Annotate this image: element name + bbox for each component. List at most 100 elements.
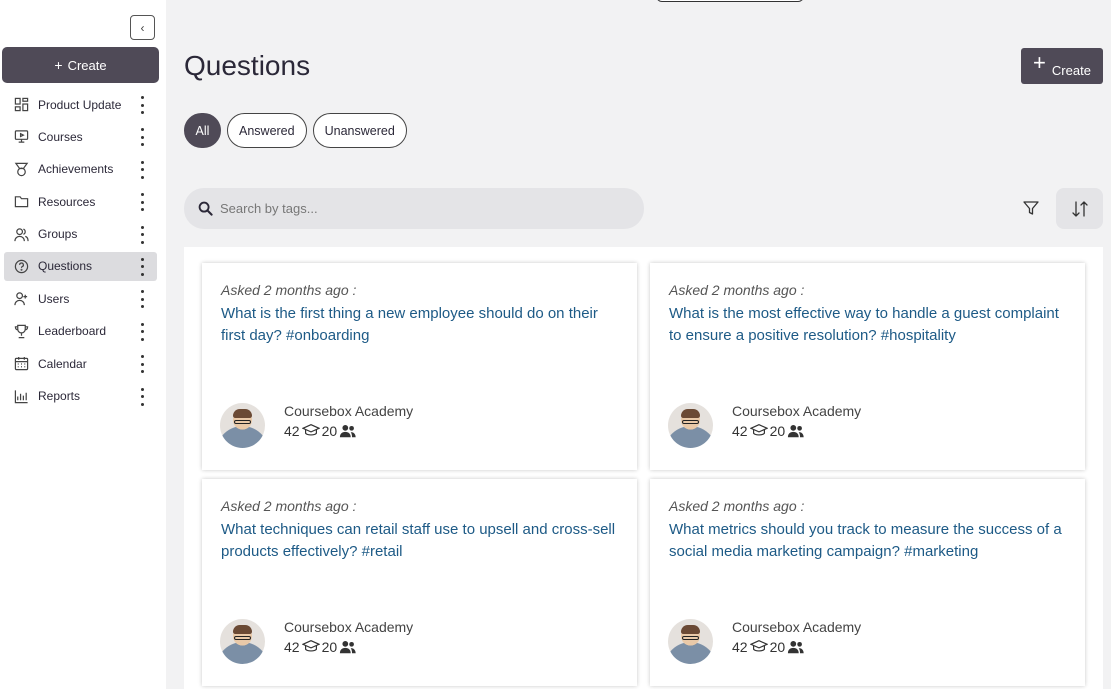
students-count: 20 — [321, 639, 338, 655]
users-icon — [340, 424, 356, 438]
help-circle-icon — [13, 258, 29, 274]
author-stats: 42 20 — [732, 423, 807, 439]
author-stats: 42 20 — [284, 639, 359, 655]
sidebar-item-label: Leaderboard — [38, 324, 107, 339]
courses-count: 42 — [732, 423, 748, 439]
graduation-cap-icon — [301, 424, 320, 436]
graduation-cap-icon — [749, 424, 768, 436]
more-options-icon[interactable] — [139, 257, 145, 276]
asked-time: Asked 2 months ago : — [669, 498, 805, 514]
filter-all-button[interactable]: All — [184, 113, 221, 148]
author-name: Coursebox Academy — [284, 403, 414, 419]
question-text[interactable]: What is the most effective way to handle… — [669, 303, 1074, 347]
sidebar-item-label: Questions — [38, 259, 93, 274]
courses-count: 42 — [284, 423, 300, 439]
sidebar-item-label: Achievements — [38, 162, 114, 177]
more-options-icon[interactable] — [139, 225, 145, 244]
sidebar-item-questions[interactable]: Questions — [4, 251, 157, 281]
chevron-left-icon: ‹ — [140, 20, 145, 35]
question-text[interactable]: What techniques can retail staff use to … — [221, 519, 626, 563]
sidebar-item-courses[interactable]: Courses — [4, 122, 157, 151]
graduation-cap-icon — [301, 640, 320, 652]
search-bar — [184, 188, 644, 229]
users-icon — [788, 424, 804, 438]
filter-answered-button[interactable]: Answered — [227, 113, 307, 148]
students-count: 20 — [769, 639, 786, 655]
question-card[interactable]: Asked 2 months ago : What is the first t… — [202, 263, 637, 470]
sidebar-item-label: Product Update — [38, 97, 122, 112]
more-options-icon[interactable] — [139, 355, 145, 374]
trophy-icon — [13, 323, 29, 339]
sidebar-item-label: Users — [38, 291, 70, 306]
search-icon — [198, 201, 213, 216]
more-options-icon[interactable] — [139, 387, 145, 406]
question-card[interactable]: Asked 2 months ago : What techniques can… — [202, 479, 637, 686]
sort-button[interactable] — [1056, 188, 1103, 229]
page-title: Questions — [184, 50, 311, 81]
sidebar-item-label: Courses — [38, 129, 83, 144]
sidebar-item-label: Calendar — [38, 356, 87, 371]
sidebar-item-label: Reports — [38, 389, 81, 404]
more-options-icon[interactable] — [139, 96, 145, 114]
sidebar-item-label: Resources — [38, 194, 96, 209]
users-icon — [788, 640, 804, 654]
courses-count: 42 — [284, 639, 300, 655]
search-input[interactable] — [220, 201, 620, 216]
asked-time: Asked 2 months ago : — [669, 282, 805, 298]
filter-unanswered-button[interactable]: Unanswered — [312, 113, 407, 148]
sidebar-item-users[interactable]: Users — [4, 284, 157, 313]
create-question-button[interactable]: + Create — [1021, 48, 1103, 84]
question-filters: All Answered Unanswered — [184, 113, 407, 148]
sidebar-item-groups[interactable]: Groups — [4, 220, 157, 249]
question-card[interactable]: Asked 2 months ago : What is the most ef… — [650, 263, 1085, 470]
top-tab-indicator — [656, 0, 804, 2]
sidebar-create-button[interactable]: + Create — [2, 47, 159, 83]
sidebar: ‹ + Create Product Update Courses Achiev… — [0, 0, 166, 689]
sidebar-item-achievements[interactable]: Achievements — [4, 155, 157, 184]
author-name: Coursebox Academy — [284, 619, 414, 635]
more-options-icon[interactable] — [139, 128, 145, 147]
more-options-icon[interactable] — [139, 160, 145, 179]
calendar-icon — [13, 356, 29, 372]
more-options-icon[interactable] — [139, 322, 145, 341]
filter-icon[interactable] — [1022, 199, 1040, 217]
students-count: 20 — [769, 423, 786, 439]
sort-arrows-icon — [1071, 200, 1088, 217]
bar-chart-icon — [13, 388, 29, 404]
sidebar-item-resources[interactable]: Resources — [4, 187, 157, 216]
questions-list: Asked 2 months ago : What is the first t… — [184, 247, 1103, 689]
question-text[interactable]: What metrics should you track to measure… — [669, 519, 1074, 563]
sidebar-item-calendar[interactable]: Calendar — [4, 349, 157, 378]
avatar — [220, 619, 265, 664]
sidebar-item-label: Groups — [38, 227, 78, 242]
plus-icon: + — [54, 57, 63, 73]
more-options-icon[interactable] — [139, 290, 145, 309]
asked-time: Asked 2 months ago : — [221, 282, 357, 298]
avatar — [668, 619, 713, 664]
create-question-label: Create — [1051, 62, 1091, 78]
sidebar-item-product-update[interactable]: Product Update — [4, 90, 157, 119]
user-plus-icon — [13, 291, 29, 307]
more-options-icon[interactable] — [139, 193, 145, 212]
collapse-sidebar-button[interactable]: ‹ — [130, 15, 155, 40]
sidebar-create-label: Create — [67, 57, 107, 73]
question-card[interactable]: Asked 2 months ago : What metrics should… — [650, 479, 1085, 686]
sidebar-item-reports[interactable]: Reports — [4, 382, 157, 411]
sidebar-item-leaderboard[interactable]: Leaderboard — [4, 317, 157, 346]
plus-icon: + — [1033, 50, 1046, 75]
sidebar-nav: Product Update Courses Achievements Reso… — [4, 90, 157, 414]
users-icon — [13, 226, 29, 242]
avatar — [668, 403, 713, 448]
folder-icon — [13, 194, 29, 210]
grid-icon — [13, 97, 29, 113]
medal-icon — [13, 161, 29, 177]
question-text[interactable]: What is the first thing a new employee s… — [221, 303, 626, 347]
author-name: Coursebox Academy — [732, 403, 862, 419]
users-icon — [340, 640, 356, 654]
author-name: Coursebox Academy — [732, 619, 862, 635]
graduation-cap-icon — [749, 640, 768, 652]
monitor-icon — [13, 129, 29, 145]
students-count: 20 — [321, 423, 338, 439]
asked-time: Asked 2 months ago : — [221, 498, 357, 514]
author-stats: 42 20 — [732, 639, 807, 655]
